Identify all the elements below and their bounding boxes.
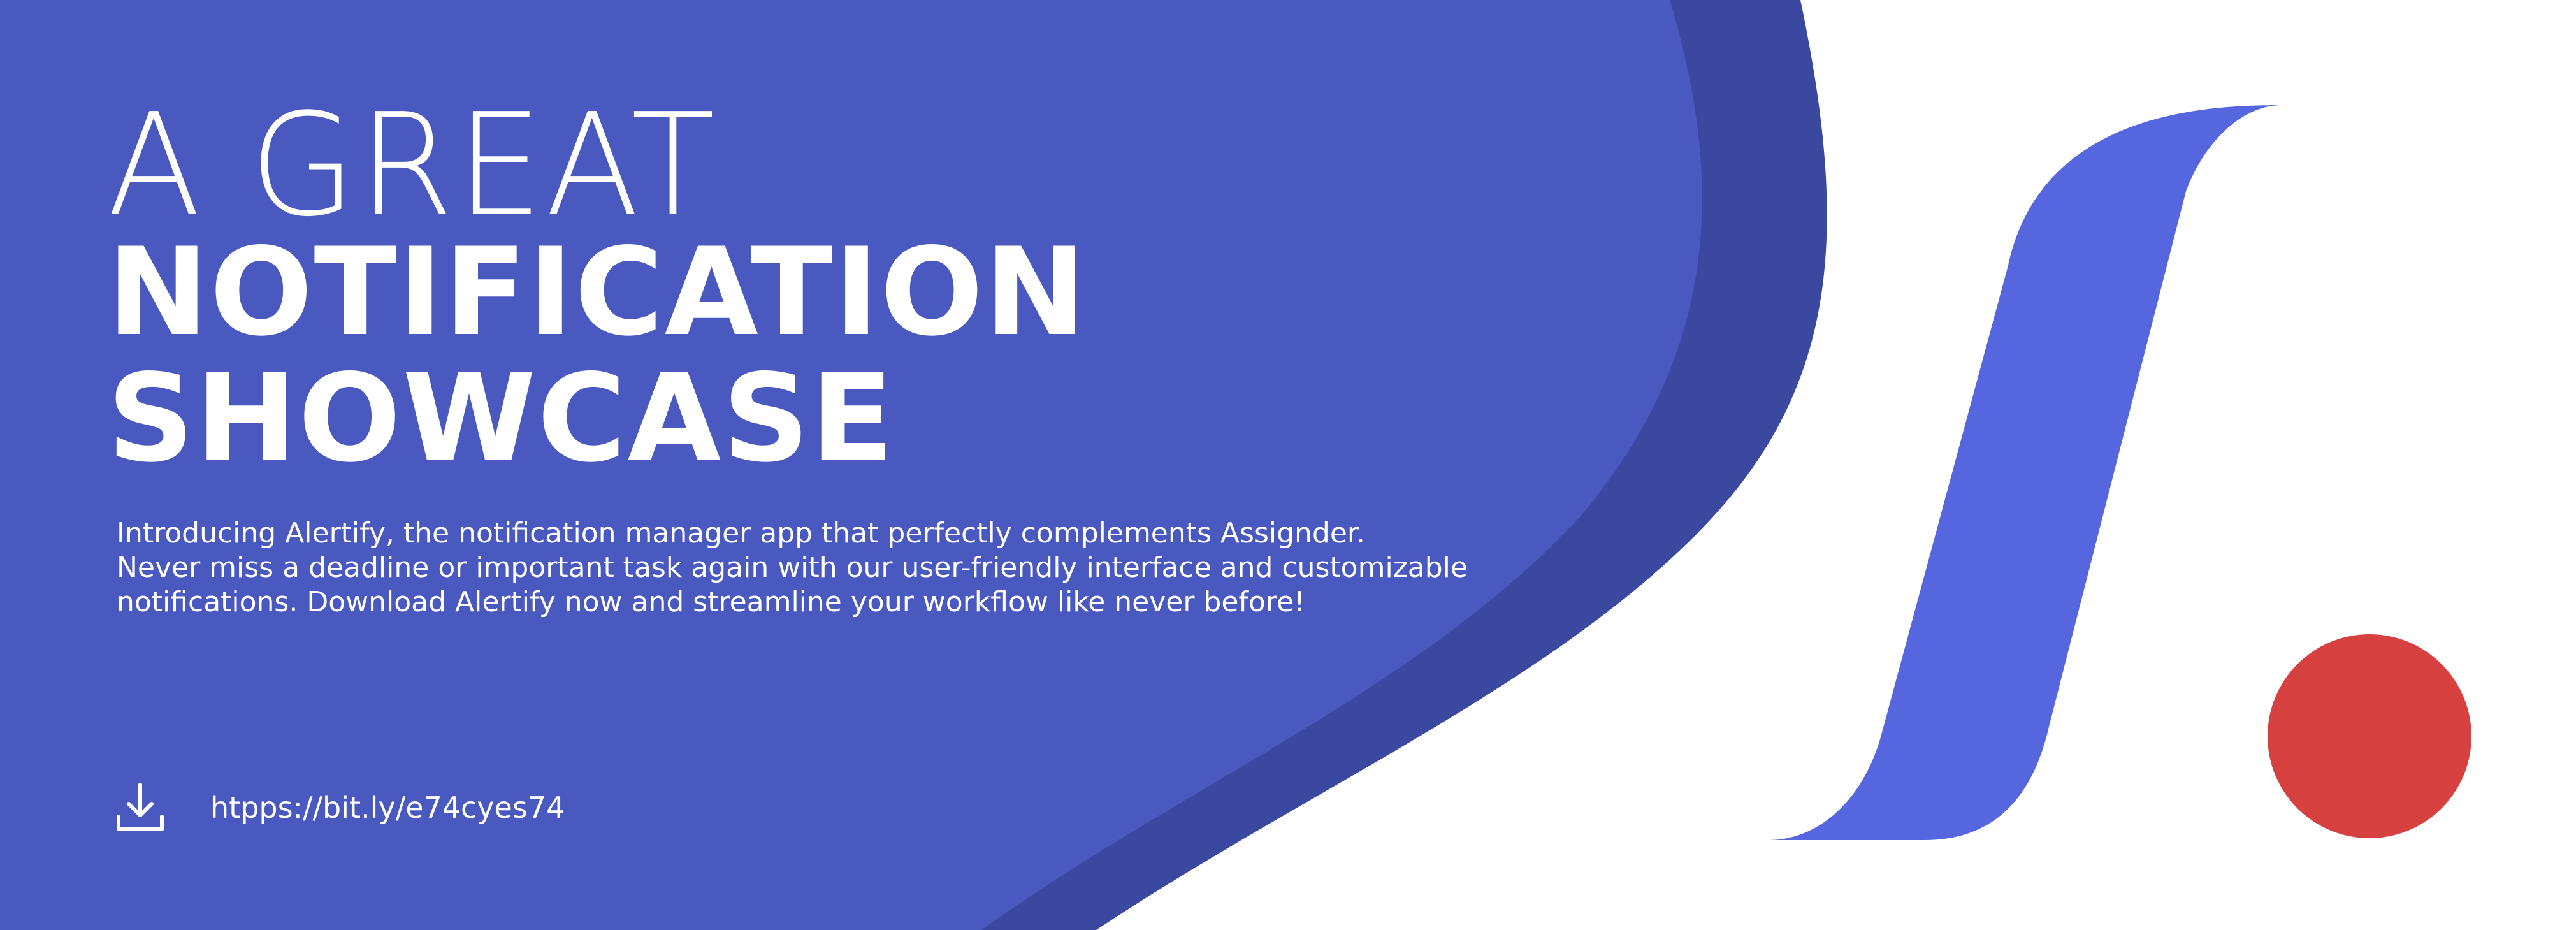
- headline-line-showcase: SHOWCASE: [107, 348, 895, 489]
- description-line-1: Introducing Alertify, the notification m…: [117, 517, 1365, 549]
- headline: A GREAT NOTIFICATION SHOWCASE: [107, 84, 1087, 489]
- description: Introducing Alertify, the notification m…: [117, 516, 1487, 620]
- download-link[interactable]: htpps://bit.ly/e74cyes74: [210, 790, 565, 825]
- banner: A GREAT NOTIFICATION SHOWCASE Introducin…: [0, 0, 2576, 930]
- logo-slash-shape: [1769, 105, 2282, 840]
- headline-line-notification: NOTIFICATION: [107, 222, 1087, 363]
- download-icon[interactable]: [113, 781, 167, 834]
- headline-line-a-great: A GREAT: [107, 84, 718, 248]
- description-line-2: Never miss a deadline or important task …: [117, 551, 1468, 584]
- download-link-row[interactable]: htpps://bit.ly/e74cyes74: [113, 779, 565, 836]
- logo-dot-shape: [2268, 634, 2471, 838]
- description-line-3: notifications. Download Alertify now and…: [117, 586, 1305, 618]
